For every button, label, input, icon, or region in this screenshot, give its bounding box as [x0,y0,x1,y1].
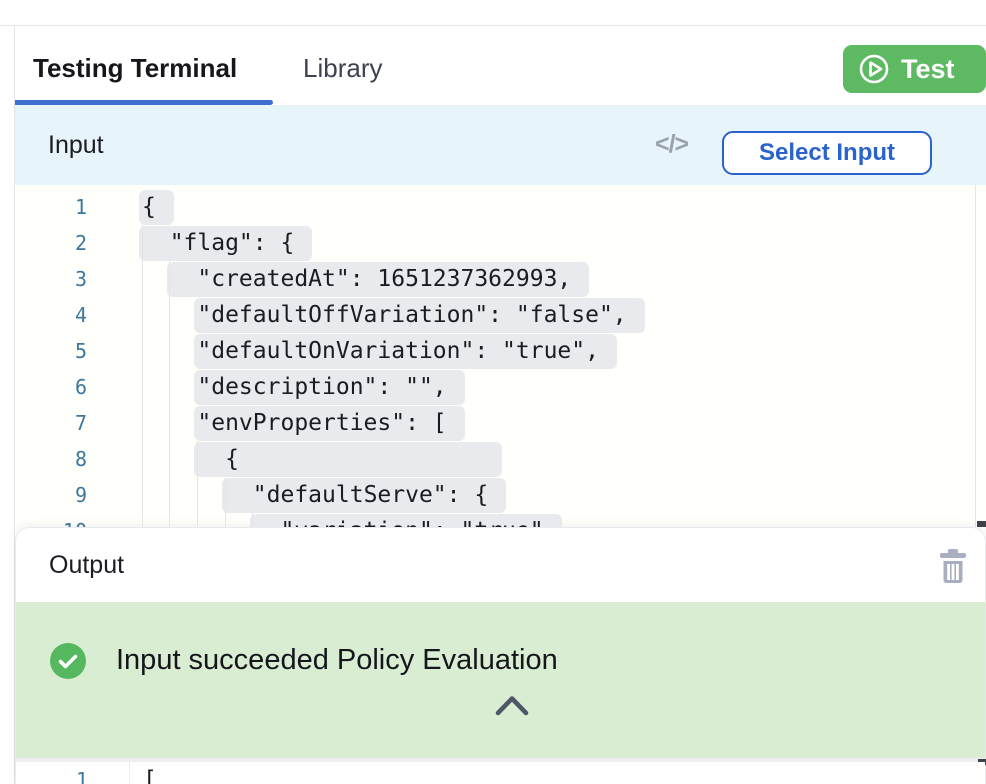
code-text: "description": "", [197,369,446,405]
top-divider [0,25,986,26]
line-number: 4 [15,297,87,333]
collapse-banner-button[interactable] [494,694,530,716]
code-line: 4 "defaultOffVariation": "false", [15,297,986,333]
test-button[interactable]: Test [843,45,986,93]
code-text: "defaultOffVariation": "false", [197,297,626,333]
code-text: "flag": { [170,225,295,261]
code-line: 1[ [16,762,985,784]
output-header: Output [16,528,985,602]
code-line: 2 "flag": { [15,225,986,261]
indent-guide [169,261,170,527]
code-line: 6 "description": "", [15,369,986,405]
output-panel-title: Output [49,528,124,602]
status-message: Input succeeded Policy Evaluation [116,639,558,681]
code-text: "envProperties": [ [197,405,446,441]
test-button-label: Test [901,54,955,85]
check-icon [50,643,86,679]
chevron-up-icon [494,694,530,716]
code-line: 7 "envProperties": [ [15,405,986,441]
trash-icon [938,549,968,585]
code-text: "variation": "true" [281,513,544,527]
code-line: 1{ [15,189,986,225]
code-text: { [225,441,239,477]
line-number: 5 [15,333,87,369]
output-code-editor[interactable]: 1[ [16,762,985,784]
play-icon [857,52,891,86]
code-line: 5 "defaultOnVariation": "true", [15,333,986,369]
code-text: { [142,189,156,225]
select-input-button[interactable]: Select Input [722,131,932,175]
code-line: 8{ [15,441,986,477]
line-number: 3 [15,261,87,297]
line-number: 1 [15,189,87,225]
code-line: 9 "defaultServe": { [15,477,986,513]
success-banner: Input succeeded Policy Evaluation [16,602,985,758]
code-line: 3 "createdAt": 1651237362993, [15,261,986,297]
line-number: 6 [15,369,87,405]
indent-guide [252,513,253,527]
line-number: 9 [15,477,87,513]
clear-output-button[interactable] [938,549,970,587]
indent-guide [142,225,143,527]
code-line: 10 "variation": "true" [15,513,986,527]
line-number: 8 [15,441,87,477]
tab-testing-terminal[interactable]: Testing Terminal [33,52,237,84]
code-text: [ [143,762,157,784]
code-text: "createdAt": 1651237362993, [197,261,571,297]
indent-guide [225,477,226,527]
code-view-icon: </> [655,105,688,185]
line-number: 1 [16,762,88,784]
input-header: Input </> Select Input [15,105,986,185]
input-panel-title: Input [48,105,104,185]
line-number: 10 [15,513,87,527]
output-panel: Output Input succeeded Policy E [15,527,986,784]
tab-library[interactable]: Library [303,52,382,84]
testing-terminal-screen: Testing Terminal Library Test Input </> … [0,0,986,784]
line-number: 7 [15,405,87,441]
code-text: "defaultServe": { [253,477,488,513]
code-text: "defaultOnVariation": "true", [197,333,599,369]
line-number: 2 [15,225,87,261]
selection-highlight [194,442,502,477]
input-code-editor[interactable]: 1{2"flag": {3"createdAt": 1651237362993,… [15,185,986,527]
indent-guide [197,441,198,527]
